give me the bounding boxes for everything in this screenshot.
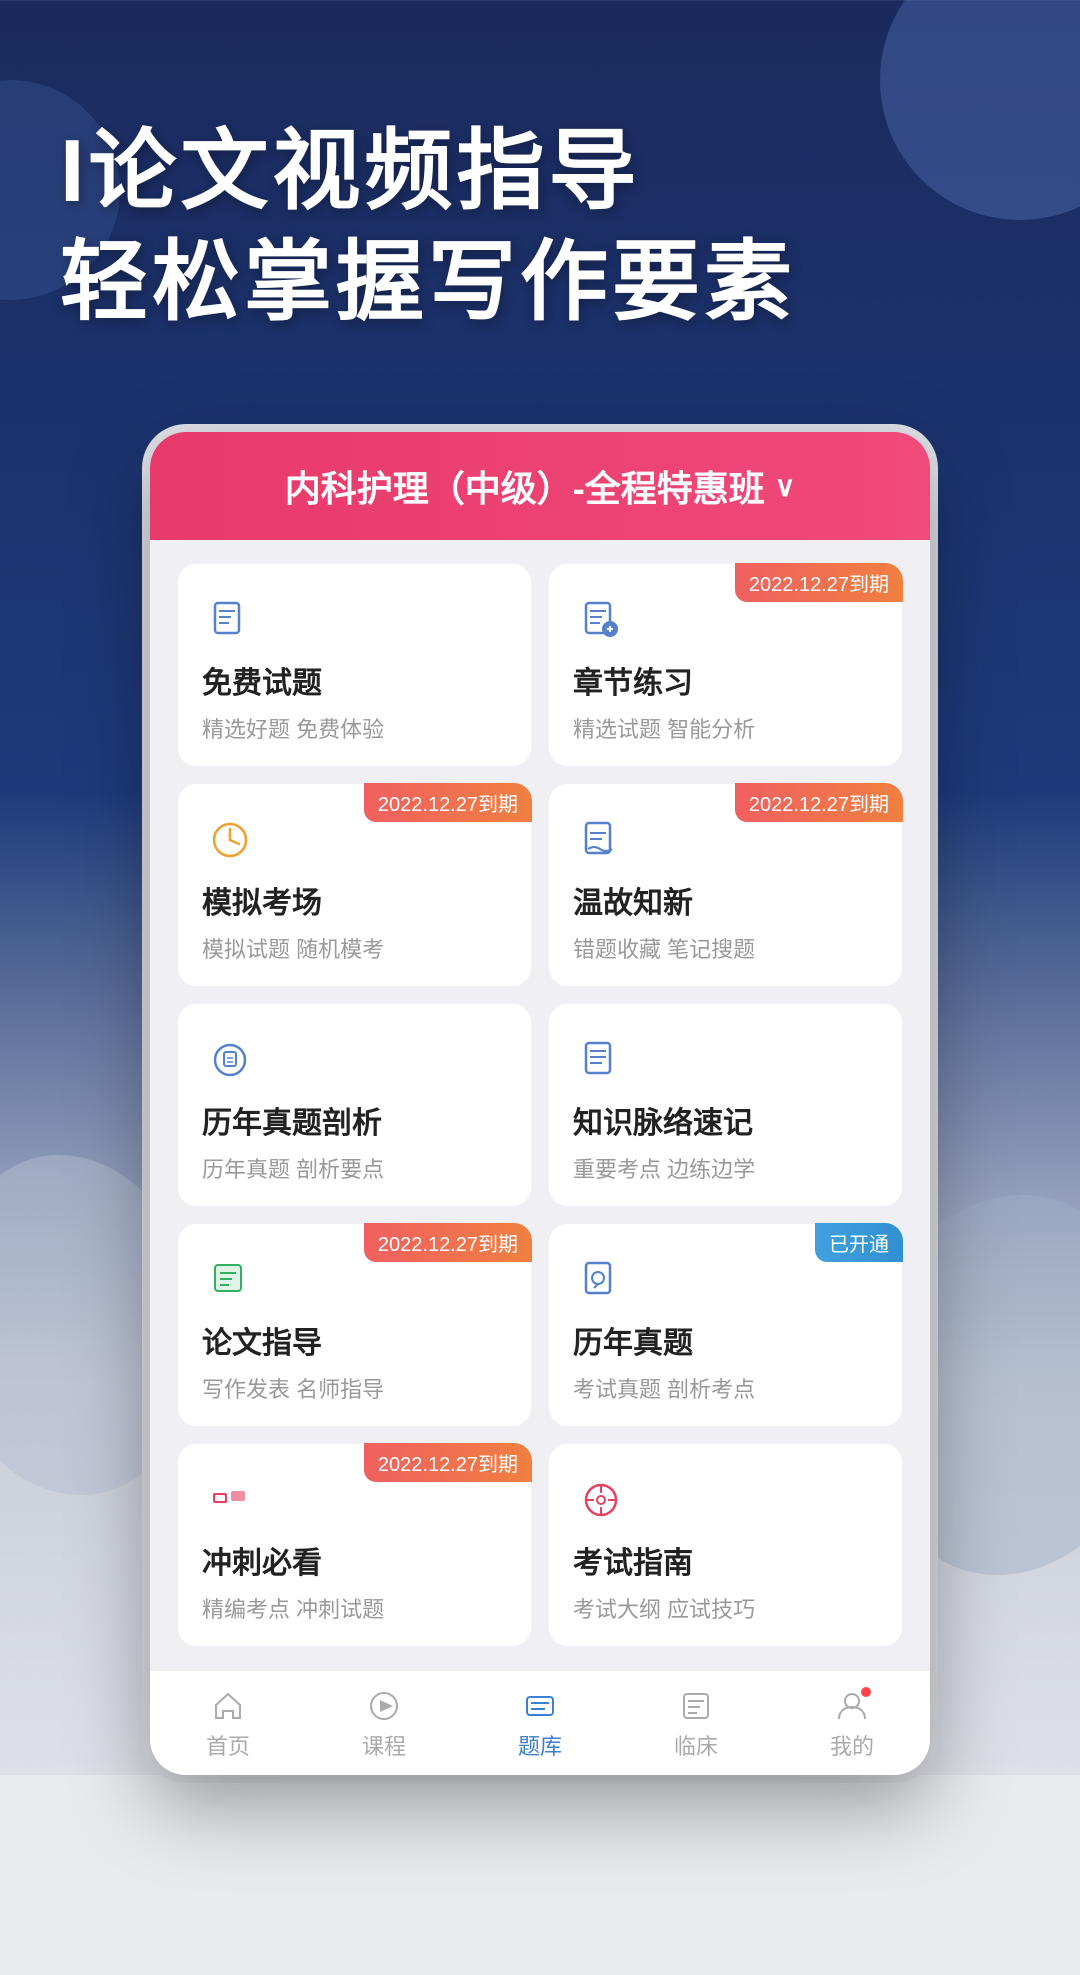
nav-icon-clinical	[679, 1689, 713, 1723]
nav-icon-course	[367, 1689, 401, 1723]
card-name-free-questions: 免费试题	[202, 658, 507, 702]
nav-item-questions[interactable]: 题库	[462, 1671, 618, 1775]
card-name-review: 温故知新	[573, 878, 878, 922]
card-name-knowledge-map: 知识脉络速记	[573, 1098, 878, 1142]
card-essay-guide[interactable]: 2022.12.27到期 论文指导 写作发表 名师指导	[178, 1224, 531, 1426]
nav-item-clinical[interactable]: 临床	[618, 1671, 774, 1775]
card-desc-exam-guide: 考试大纲 应试技巧	[573, 1592, 878, 1624]
nav-item-home[interactable]: 首页	[150, 1671, 306, 1775]
nav-icon-mine	[835, 1689, 869, 1723]
hero-title-line2: 轻松掌握写作要素	[60, 231, 1020, 332]
card-free-questions[interactable]: 免费试题 精选好题 免费体验	[178, 564, 531, 766]
card-chapter-practice[interactable]: 2022.12.27到期 章节练习 精选试题 智能分析	[549, 564, 902, 766]
card-desc-review: 错题收藏 笔记搜题	[573, 932, 878, 964]
hero-title-line1: I论文视频指导	[60, 120, 1020, 221]
card-history-analysis[interactable]: 历年真题剖析 历年真题 剖析要点	[178, 1004, 531, 1206]
tablet-mockup: 内科护理（中级）-全程特惠班 ∨ 免费试题 精选好题 免费体验 2022.12.…	[150, 432, 930, 1775]
card-desc-chapter-practice: 精选试题 智能分析	[573, 712, 878, 744]
card-desc-sprint: 精编考点 冲刺试题	[202, 1592, 507, 1624]
card-badge-past-exams: 已开通	[815, 1223, 903, 1262]
hero-section: I论文视频指导 轻松掌握写作要素	[0, 0, 1080, 392]
card-name-sprint: 冲刺必看	[202, 1538, 507, 1582]
nav-icon-home	[211, 1689, 245, 1723]
nav-label-mine: 我的	[830, 1729, 874, 1761]
card-desc-knowledge-map: 重要考点 边练边学	[573, 1152, 878, 1184]
card-sprint[interactable]: 2022.12.27到期 冲刺必看 精编考点 冲刺试题	[178, 1444, 531, 1646]
course-title-bar[interactable]: 内科护理（中级）-全程特惠班 ∨	[285, 460, 796, 512]
nav-label-questions: 题库	[518, 1729, 562, 1761]
card-desc-essay-guide: 写作发表 名师指导	[202, 1372, 507, 1404]
card-name-past-exams: 历年真题	[573, 1318, 878, 1362]
card-badge-essay-guide: 2022.12.27到期	[364, 1223, 532, 1262]
card-badge-chapter-practice: 2022.12.27到期	[735, 563, 903, 602]
card-desc-past-exams: 考试真题 剖析考点	[573, 1372, 878, 1404]
card-icon-past-exams	[573, 1252, 629, 1308]
card-badge-review: 2022.12.27到期	[735, 783, 903, 822]
card-icon-history-analysis	[202, 1032, 258, 1088]
nav-label-clinical: 临床	[674, 1729, 718, 1761]
nav-icon-questions	[523, 1689, 557, 1723]
card-icon-essay-guide	[202, 1252, 258, 1308]
nav-label-course: 课程	[362, 1729, 406, 1761]
card-icon-sprint	[202, 1472, 258, 1528]
card-icon-free-questions	[202, 592, 258, 648]
card-mock-exam[interactable]: 2022.12.27到期 模拟考场 模拟试题 随机模考	[178, 784, 531, 986]
card-badge-mock-exam: 2022.12.27到期	[364, 783, 532, 822]
card-desc-free-questions: 精选好题 免费体验	[202, 712, 507, 744]
card-desc-history-analysis: 历年真题 剖析要点	[202, 1152, 507, 1184]
card-badge-sprint: 2022.12.27到期	[364, 1443, 532, 1482]
card-exam-guide[interactable]: 考试指南 考试大纲 应试技巧	[549, 1444, 902, 1646]
card-name-chapter-practice: 章节练习	[573, 658, 878, 702]
card-icon-review	[573, 812, 629, 868]
nav-item-mine[interactable]: 我的	[774, 1671, 930, 1775]
card-icon-knowledge-map	[573, 1032, 629, 1088]
app-header[interactable]: 内科护理（中级）-全程特惠班 ∨	[150, 432, 930, 540]
card-past-exams[interactable]: 已开通 历年真题 考试真题 剖析考点	[549, 1224, 902, 1426]
course-name-text: 内科护理（中级）-全程特惠班	[285, 460, 765, 512]
card-name-essay-guide: 论文指导	[202, 1318, 507, 1362]
course-dropdown-chevron: ∨	[775, 470, 796, 503]
card-knowledge-map[interactable]: 知识脉络速记 重要考点 边练边学	[549, 1004, 902, 1206]
nav-label-home: 首页	[206, 1729, 250, 1761]
card-desc-mock-exam: 模拟试题 随机模考	[202, 932, 507, 964]
bottom-section	[0, 1775, 1080, 1975]
card-review[interactable]: 2022.12.27到期 温故知新 错题收藏 笔记搜题	[549, 784, 902, 986]
card-name-history-analysis: 历年真题剖析	[202, 1098, 507, 1142]
card-name-mock-exam: 模拟考场	[202, 878, 507, 922]
nav-item-course[interactable]: 课程	[306, 1671, 462, 1775]
card-icon-mock-exam	[202, 812, 258, 868]
cards-grid: 免费试题 精选好题 免费体验 2022.12.27到期 章节练习 精选试题 智能…	[150, 540, 930, 1670]
card-icon-exam-guide	[573, 1472, 629, 1528]
bottom-navigation: 首页 课程 题库 临床 我的	[150, 1670, 930, 1775]
card-name-exam-guide: 考试指南	[573, 1538, 878, 1582]
card-icon-chapter-practice	[573, 592, 629, 648]
